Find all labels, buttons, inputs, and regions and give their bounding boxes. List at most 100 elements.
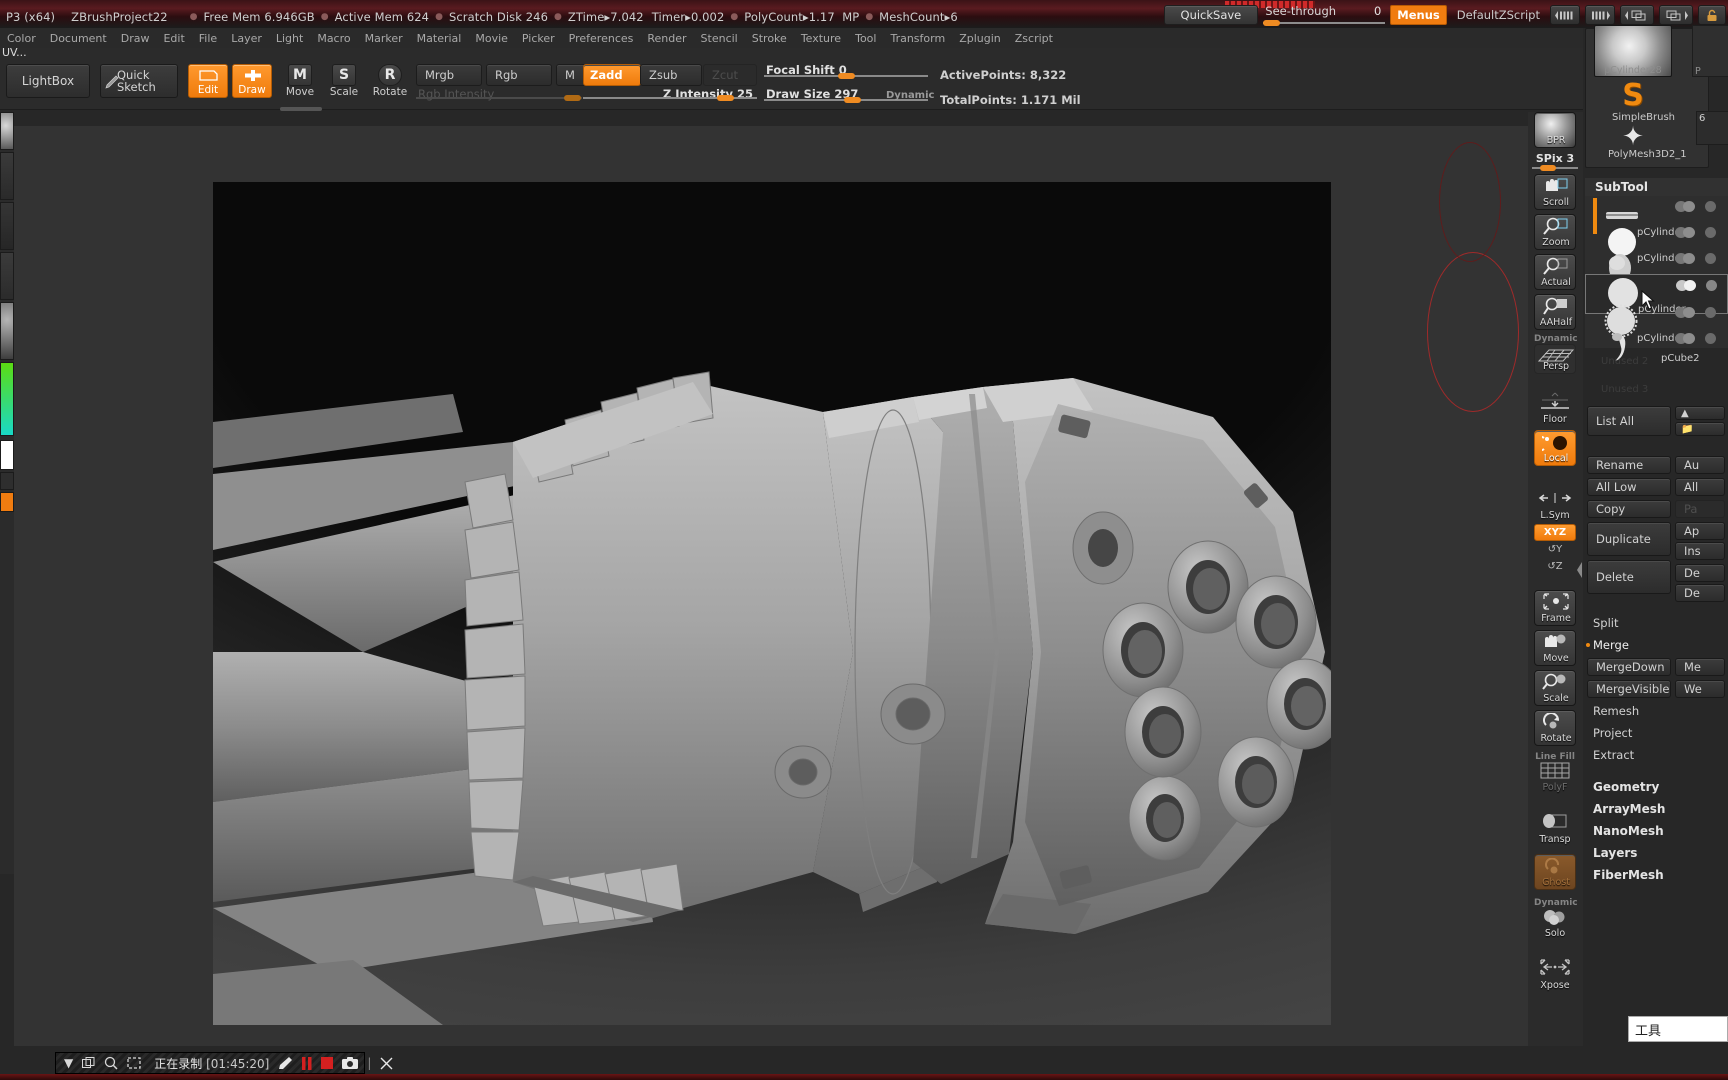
zoom-button[interactable]: Zoom	[1534, 214, 1576, 250]
delete-button[interactable]: Delete	[1587, 560, 1671, 594]
transparency-button[interactable]: Transp	[1534, 812, 1576, 846]
auto-collapse-button[interactable]: ▲	[1675, 406, 1725, 420]
menu-item-draw[interactable]: Draw	[114, 29, 157, 47]
local-sym-button[interactable]: L.Sym	[1534, 492, 1576, 522]
merge-down-button[interactable]: MergeDown	[1587, 658, 1671, 676]
subtool-polyframe-toggle-4[interactable]	[1706, 280, 1724, 291]
list-all-button[interactable]: List All	[1587, 406, 1671, 436]
polyframe-button[interactable]: Line Fill PolyF	[1534, 752, 1576, 794]
left-material-swatch[interactable]	[0, 302, 14, 360]
subtool-section-header[interactable]: SubTool	[1585, 178, 1728, 196]
menu-item-edit[interactable]: Edit	[156, 29, 191, 47]
prev-zscript-icon[interactable]	[1550, 5, 1580, 25]
axis-xyz-button[interactable]: XYZ	[1534, 524, 1576, 541]
menu-item-color[interactable]: Color	[0, 29, 43, 47]
menu-item-stroke[interactable]: Stroke	[745, 29, 794, 47]
edit-mode-button[interactable]: Edit	[188, 64, 228, 98]
z-intensity-knob[interactable]	[717, 95, 734, 101]
ime-candidate-box[interactable]: 工具	[1628, 1016, 1728, 1042]
secondary-color-swatch[interactable]	[0, 440, 14, 470]
left-texture-swatch[interactable]	[0, 202, 14, 250]
search-icon[interactable]	[104, 1056, 118, 1070]
rgb-intensity-slider[interactable]: Rgb Intensity	[416, 87, 582, 102]
z-intensity-slider[interactable]: Z Intensity 25	[583, 87, 757, 102]
subtool-visibility-toggle-6[interactable]	[1675, 333, 1701, 344]
menu-item-tool[interactable]: Tool	[848, 29, 883, 47]
menu-item-transform[interactable]: Transform	[883, 29, 952, 47]
menus-toggle-button[interactable]: Menus	[1390, 5, 1447, 25]
rotate-gyro-button[interactable]: Rotate	[1534, 710, 1576, 746]
zadd-button[interactable]: Zadd	[583, 64, 641, 86]
subtool-folder-button[interactable]: 📁	[1675, 422, 1725, 436]
rail-collapse-arrow-icon[interactable]	[1576, 550, 1583, 590]
primary-color-swatch[interactable]	[0, 492, 14, 512]
menu-item-file[interactable]: File	[192, 29, 224, 47]
subtool-visibility-toggle-2[interactable]	[1675, 227, 1701, 238]
tool-palette-secondary-slot[interactable]: P	[1692, 25, 1728, 77]
remesh-subsection[interactable]: Remesh	[1593, 702, 1713, 720]
next-layout-icon[interactable]	[1659, 5, 1693, 25]
subtool-visibility-toggle-5[interactable]	[1675, 307, 1701, 318]
subtool-polyframe-toggle-6[interactable]	[1705, 333, 1723, 344]
frame-button[interactable]: Frame	[1534, 590, 1576, 626]
zscript-label[interactable]: DefaultZScript	[1452, 8, 1545, 22]
rename-button[interactable]: Rename	[1587, 456, 1671, 474]
prev-layout-icon[interactable]	[1620, 5, 1654, 25]
see-through-knob[interactable]	[1263, 20, 1281, 26]
menu-item-macro[interactable]: Macro	[310, 29, 357, 47]
draw-mode-button[interactable]: Draw	[232, 64, 272, 98]
next-zscript-icon[interactable]	[1585, 5, 1615, 25]
menu-item-document[interactable]: Document	[43, 29, 114, 47]
solo-button[interactable]: Dynamic Solo	[1534, 898, 1578, 940]
section-geometry[interactable]: Geometry	[1593, 780, 1659, 794]
camera-icon[interactable]	[342, 1057, 359, 1069]
actual-size-button[interactable]: Actual	[1534, 254, 1576, 290]
left-alpha-swatch[interactable]	[0, 152, 14, 200]
spix-slider[interactable]: SPix 3	[1532, 152, 1578, 171]
tool-slot-6[interactable]: 6	[1696, 111, 1728, 145]
aahalf-button[interactable]: AAHalf	[1534, 294, 1576, 330]
bpr-render-button[interactable]: BPR	[1534, 112, 1576, 148]
subtool-polyframe-toggle-2[interactable]	[1705, 227, 1723, 238]
menu-item-zscript[interactable]: Zscript	[1008, 29, 1060, 47]
copy-button[interactable]: Copy	[1587, 500, 1671, 518]
paste-button[interactable]: Pa	[1675, 500, 1725, 518]
switch-colors-button[interactable]	[0, 472, 14, 490]
subtool-list[interactable]: pCylinder pCylinder pCylinder pCylinder …	[1585, 196, 1728, 364]
auto-reorder-button[interactable]: Au	[1675, 456, 1725, 474]
see-through-slider[interactable]: See-through 0	[1263, 4, 1386, 26]
menu-item-stencil[interactable]: Stencil	[694, 29, 745, 47]
merge-subsection[interactable]: Merge	[1586, 636, 1713, 654]
rgb-intensity-knob[interactable]	[564, 95, 581, 101]
move-gyro-button[interactable]: Move	[1534, 630, 1576, 666]
stop-icon[interactable]	[321, 1057, 334, 1069]
scale-gyro-button[interactable]: Scale	[1534, 670, 1576, 706]
project-subsection[interactable]: Project	[1593, 724, 1713, 742]
subtool-polyframe-toggle-5[interactable]	[1705, 307, 1723, 318]
ghost-button[interactable]: Ghost	[1534, 854, 1576, 890]
del-other-button[interactable]: De	[1675, 564, 1725, 582]
xpose-button[interactable]: Xpose	[1534, 958, 1576, 992]
mrgb-button[interactable]: Mrgb	[416, 64, 482, 86]
left-tool-thumb[interactable]	[0, 112, 14, 150]
all-high-button[interactable]: All	[1675, 478, 1725, 496]
menu-item-picker[interactable]: Picker	[515, 29, 562, 47]
extract-subsection[interactable]: Extract	[1593, 746, 1713, 764]
append-button[interactable]: Ap	[1675, 522, 1725, 540]
focal-shift-slider[interactable]: Focal Shift 0	[764, 63, 928, 80]
section-arraymesh[interactable]: ArrayMesh	[1593, 802, 1665, 816]
menu-item-layer[interactable]: Layer	[224, 29, 269, 47]
current-brush[interactable]: S SimpleBrush	[1612, 81, 1675, 125]
canvas-area[interactable]	[14, 126, 1528, 1046]
subtool-visibility-toggle-3[interactable]	[1675, 253, 1701, 264]
shelf-resize-handle[interactable]	[280, 107, 322, 111]
menu-item-zplugin[interactable]: Zplugin	[952, 29, 1008, 47]
menu-item-light[interactable]: Light	[269, 29, 310, 47]
merge-similar-button[interactable]: Me	[1675, 658, 1725, 676]
section-nanomesh[interactable]: NanoMesh	[1593, 824, 1664, 838]
lock-icon[interactable]	[1698, 5, 1726, 25]
spix-knob[interactable]	[1540, 165, 1556, 171]
window-select-icon[interactable]	[82, 1056, 95, 1070]
focal-shift-knob[interactable]	[838, 73, 855, 79]
menu-item-render[interactable]: Render	[640, 29, 693, 47]
